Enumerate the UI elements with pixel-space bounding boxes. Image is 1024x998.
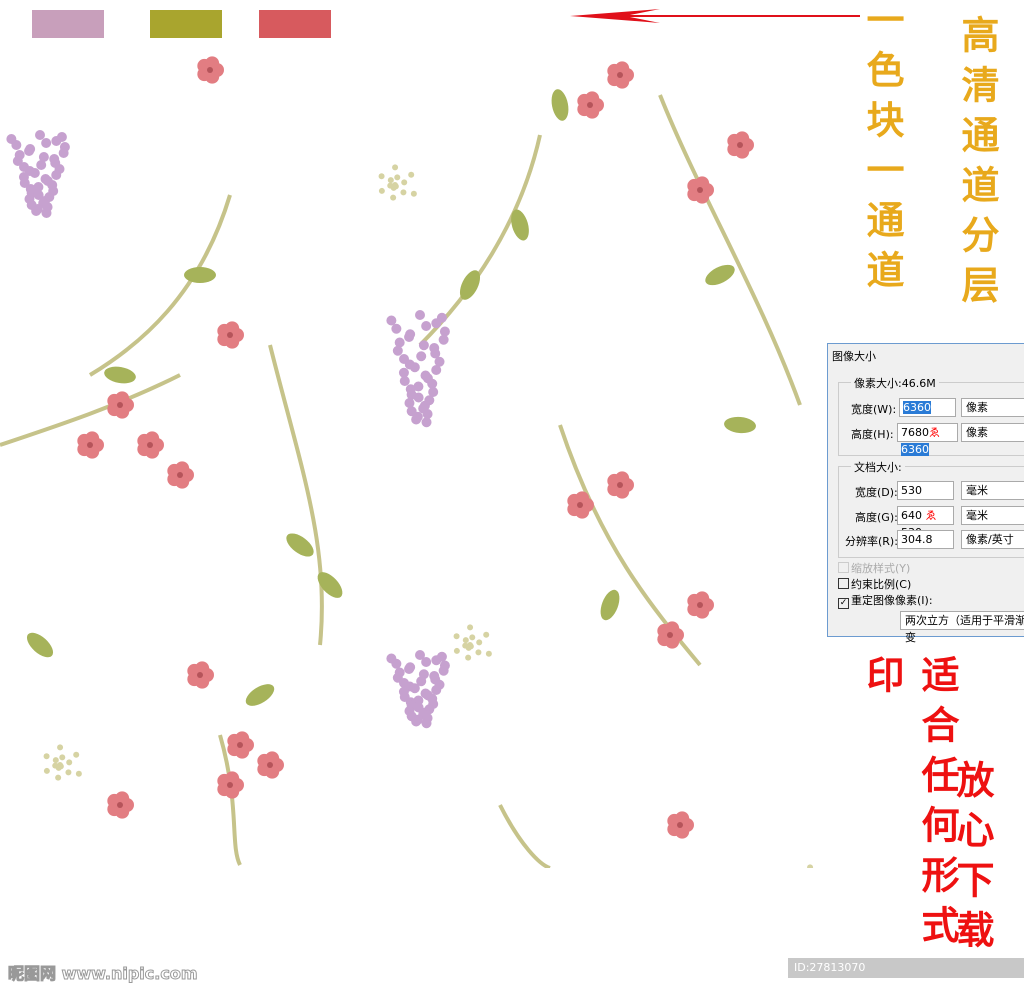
resample-method-select[interactable]: 两次立方（适用于平滑渐变 bbox=[900, 611, 1024, 644]
headline-right: 高清通道分层 bbox=[955, 15, 1000, 315]
dialog-title: 图像大小 bbox=[832, 350, 876, 363]
width-label: 宽度(W): bbox=[851, 403, 897, 416]
height-unit-select[interactable]: 像素 bbox=[961, 423, 1024, 442]
constrain-label: 约束比例(C) bbox=[851, 578, 912, 591]
height-input[interactable]: 7680ゑ6360 bbox=[897, 423, 958, 456]
resample-checkbox[interactable]: ✓ 重定图像像素(I): bbox=[838, 592, 933, 609]
doc-width-input[interactable]: 530 bbox=[897, 481, 954, 500]
height-old: 7680 bbox=[901, 426, 929, 439]
doc-width-label: 宽度(D): bbox=[855, 486, 898, 499]
arrow-icon bbox=[570, 9, 860, 23]
width-value: 6360 bbox=[903, 401, 931, 414]
resolution-unit-select[interactable]: 像素/英寸 bbox=[961, 530, 1024, 549]
document-size-group: 文档大小: 宽度(D): 530 毫米 高度(G): 640 ゑ 530 毫米 … bbox=[838, 459, 1024, 558]
change-mark: ゑ bbox=[929, 426, 940, 439]
floral-pattern bbox=[0, 56, 814, 868]
width-input[interactable]: 6360 bbox=[899, 398, 956, 417]
resolution-label: 分辨率(R): bbox=[845, 535, 898, 548]
resolution-input[interactable]: 304.8 bbox=[897, 530, 954, 549]
change-mark: ゑ bbox=[925, 509, 937, 522]
height-value: 6360 bbox=[901, 443, 929, 456]
swatch-lilac bbox=[32, 10, 104, 38]
doc-height-unit-select[interactable]: 毫米 bbox=[961, 506, 1024, 525]
swatch-olive bbox=[150, 10, 222, 38]
doc-height-old: 640 bbox=[901, 509, 922, 522]
width-unit-select[interactable]: 像素 bbox=[961, 398, 1024, 417]
height-label: 高度(H): bbox=[851, 428, 894, 441]
swatch-coral bbox=[259, 10, 331, 38]
doc-width-unit-select[interactable]: 毫米 bbox=[961, 481, 1024, 500]
group-label: 文档大小: bbox=[851, 459, 905, 475]
headline-left: 一色块一通道 bbox=[860, 0, 905, 300]
resample-label: 重定图像像素(I): bbox=[851, 594, 933, 607]
image-id: ID:27813070 NO:20200901155120933038 bbox=[788, 958, 1024, 994]
group-label: 像素大小:46.6M bbox=[851, 375, 939, 391]
image-size-dialog: 图像大小 像素大小:46.6M 宽度(W): 6360 像素 高度(H): 76… bbox=[827, 343, 1024, 644]
scale-styles-checkbox: 缩放样式(Y) bbox=[838, 560, 910, 576]
doc-height-label: 高度(G): bbox=[855, 511, 898, 524]
watermark: 昵图网 www.nipic.com bbox=[8, 964, 198, 984]
pixel-size-group: 像素大小:46.6M 宽度(W): 6360 像素 高度(H): 7680ゑ63… bbox=[838, 375, 1024, 456]
doc-height-input[interactable]: 640 ゑ 530 bbox=[897, 506, 954, 539]
slogan-right: 放心下载 bbox=[950, 760, 995, 960]
constrain-proportions-checkbox[interactable]: 约束比例(C) bbox=[838, 576, 911, 592]
scale-styles-label: 缩放样式(Y) bbox=[851, 562, 911, 575]
